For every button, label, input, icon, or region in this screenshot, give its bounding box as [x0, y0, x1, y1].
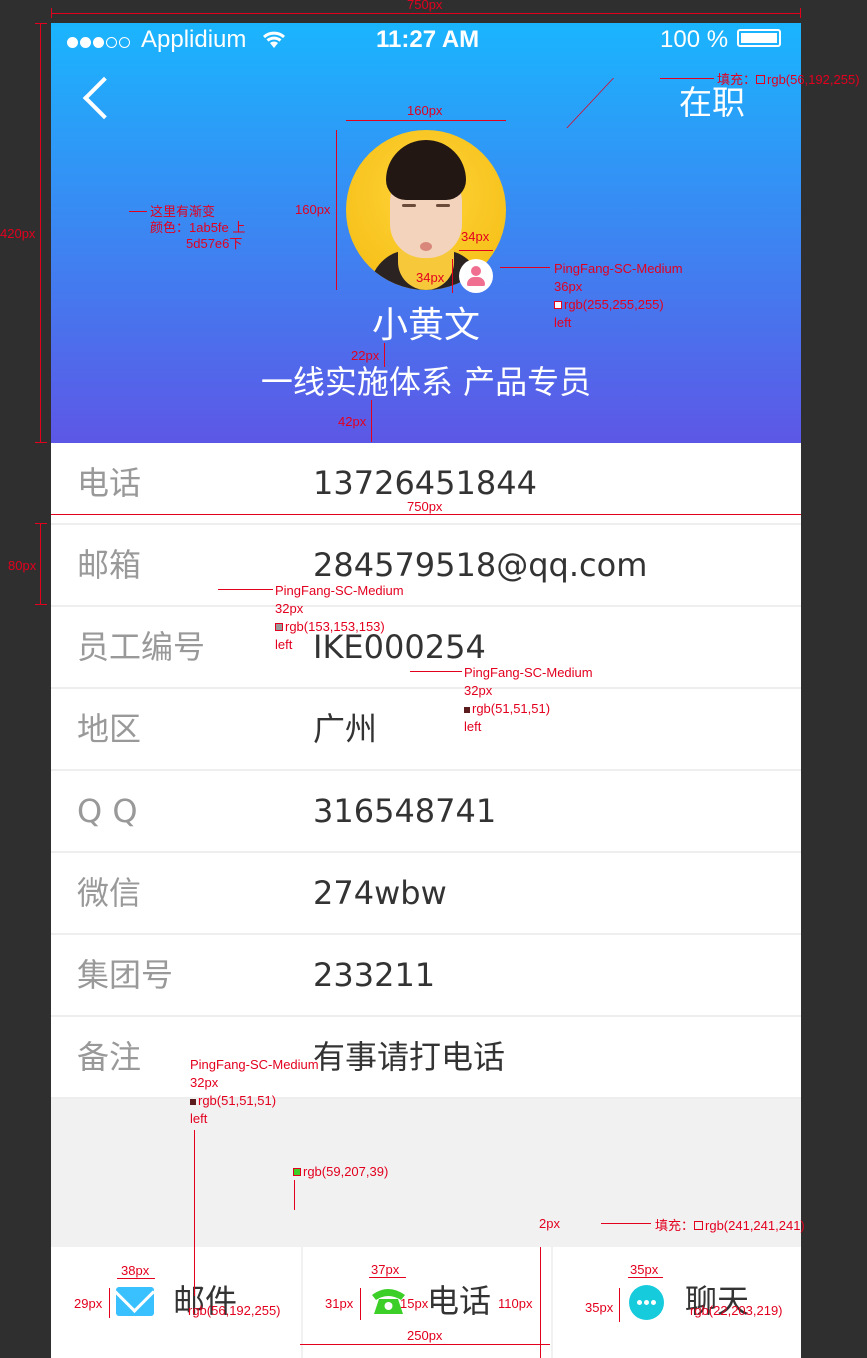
item-value: 广州	[313, 710, 378, 748]
annotation-row-height: 80px	[8, 558, 37, 573]
list-item-email[interactable]: 邮箱 284579518@qq.com	[51, 525, 801, 607]
annotation-mail-height: 29px	[74, 1296, 103, 1311]
position: 产品专员	[463, 363, 592, 401]
annotation-mail-width: 38px	[121, 1263, 150, 1278]
list-item-qq[interactable]: Q Q 316548741	[51, 771, 801, 853]
annotation-tab-width: 250px	[407, 1328, 443, 1343]
annotation-phone-height: 31px	[325, 1296, 354, 1311]
item-label: 员工编号	[77, 628, 206, 666]
employee-name: 小黄文	[371, 305, 480, 346]
annotation-label-size: 32px	[275, 601, 304, 616]
annotation-phone-color: rgb(59,207,39)	[293, 1163, 388, 1181]
item-value: 316548741	[313, 792, 497, 830]
info-list: 电话 13726451844 邮箱 284579518@qq.com 员工编号 IKE…	[51, 443, 801, 1099]
annotation-chat-color: rgb(22,203,219)	[690, 1303, 783, 1318]
annotation-name-size: 36px	[554, 279, 583, 294]
annotation-width-750: 750px	[407, 0, 443, 12]
annotation-value-align: left	[464, 719, 482, 734]
employment-status[interactable]: 在职	[679, 83, 745, 123]
signal-icon	[67, 33, 132, 52]
list-item-group-number[interactable]: 集团号 233211	[51, 935, 801, 1017]
annotation-phone-gap: 15px	[400, 1296, 429, 1311]
item-value: 有事请打电话	[313, 1038, 506, 1076]
annotation-avatar-height: 160px	[295, 202, 331, 217]
annotation-mail-color: rgb(56,192,255)	[188, 1303, 281, 1318]
annotation-name-color: rgb(255,255,255)	[554, 296, 664, 314]
annotation-tab-align: left	[190, 1111, 208, 1126]
department: 一线实施体系	[260, 363, 453, 401]
carrier-name: Applidium	[141, 26, 247, 53]
list-item-remark[interactable]: 备注 有事请打电话	[51, 1017, 801, 1099]
annotation-badge-width: 34px	[461, 229, 490, 244]
item-label: 集团号	[77, 956, 174, 994]
mail-icon	[116, 1287, 154, 1316]
chat-icon	[629, 1285, 664, 1320]
annotation-fill-label: 填充： rgb(56,192,255)	[717, 72, 860, 87]
annotation-gap-22: 22px	[351, 348, 380, 363]
annotation-fill2-label: 填充： rgb(241,241,241)	[655, 1218, 805, 1233]
annotation-height-420: 420px	[0, 226, 36, 241]
annotation-name-font: PingFang-SC-Medium	[554, 261, 683, 276]
call-label: 电话	[427, 1282, 492, 1320]
annotation-tab-color: rgb(51,51,51)	[190, 1092, 276, 1110]
item-value: 284579518@qq.com	[313, 546, 648, 584]
annotation-row-width: 750px	[407, 499, 443, 514]
annotation-label-color: rgb(153,153,153)	[275, 618, 385, 636]
annotation-gradient-3: 5d57e6下	[186, 236, 243, 251]
annotation-label-align: left	[275, 637, 293, 652]
item-label: 电话	[77, 464, 142, 502]
annotation-value-size: 32px	[464, 683, 493, 698]
item-value: 233211	[313, 956, 436, 994]
item-label: 地区	[77, 710, 142, 748]
wifi-icon	[263, 31, 285, 48]
battery-percent: 100 %	[660, 26, 729, 53]
list-item-region[interactable]: 地区 广州	[51, 689, 801, 771]
item-label: Q Q	[77, 792, 138, 830]
annotation-chat-height: 35px	[585, 1300, 614, 1315]
item-label: 邮箱	[77, 546, 142, 584]
list-item-wechat[interactable]: 微信 274wbw	[51, 853, 801, 935]
list-item-employee-id[interactable]: 员工编号 IKE000254	[51, 607, 801, 689]
annotation-value-font: PingFang-SC-Medium	[464, 665, 593, 680]
annotation-gap-42: 42px	[338, 414, 367, 429]
battery-icon	[737, 29, 781, 47]
annotation-name-align: left	[554, 315, 572, 330]
annotation-tab-size: 32px	[190, 1075, 219, 1090]
annotation-chat-width: 35px	[630, 1262, 659, 1277]
annotation-avatar-width: 160px	[407, 103, 443, 118]
item-value: 274wbw	[313, 874, 447, 912]
annotation-badge-height: 34px	[416, 270, 445, 285]
item-value: 13726451844	[313, 464, 537, 502]
annotation-tab-font: PingFang-SC-Medium	[190, 1057, 319, 1072]
annotation-phone-width: 37px	[371, 1262, 400, 1277]
back-button[interactable]	[82, 76, 126, 120]
annotation-divider-width: 2px	[539, 1216, 560, 1231]
annotation-bar-height: 110px	[498, 1296, 533, 1311]
employee-title: 一线实施体系 产品专员	[51, 362, 801, 402]
clock: 11:27 AM	[376, 26, 480, 53]
annotation-label-font: PingFang-SC-Medium	[275, 583, 404, 598]
annotation-value-color: rgb(51,51,51)	[464, 700, 550, 718]
person-icon	[459, 259, 493, 293]
item-label: 备注	[77, 1038, 142, 1076]
item-label: 微信	[77, 874, 142, 912]
